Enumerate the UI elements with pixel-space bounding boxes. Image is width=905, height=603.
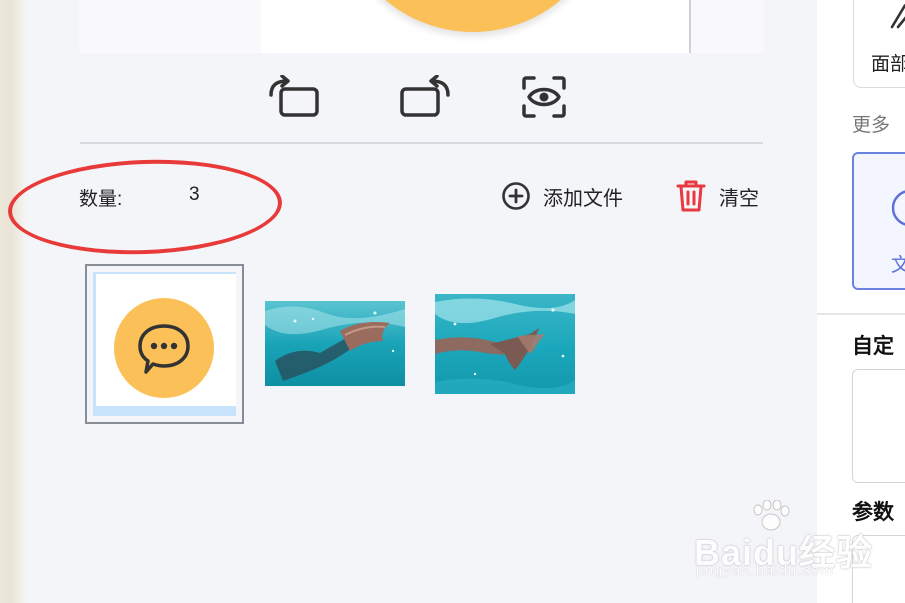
thumbnail-2[interactable] [265, 301, 405, 386]
more-label[interactable]: 更多 [852, 110, 890, 137]
add-file-label: 添加文件 [543, 187, 623, 210]
rotate-left-button[interactable] [264, 70, 324, 124]
params-input-box[interactable] [852, 535, 905, 603]
clear-label: 清空 [719, 187, 759, 210]
thumbnail-canvas [96, 274, 236, 406]
custom-input-box[interactable] [852, 369, 905, 483]
custom-section-heading: 自定 [852, 335, 894, 358]
preview-button[interactable] [514, 70, 574, 124]
annotation-ellipse [6, 155, 284, 259]
text-option-card[interactable]: 文 [852, 152, 905, 290]
rotate-right-icon [400, 75, 450, 117]
underwater-photo-image [435, 294, 575, 394]
left-window-edge [0, 0, 26, 603]
text-option-label: 文 [891, 255, 905, 276]
chat-bubble-icon [114, 298, 214, 398]
face-option-card[interactable]: 面部 [853, 0, 905, 88]
thumbnail-3[interactable] [435, 294, 575, 394]
plus-circle-icon [501, 181, 531, 211]
preview-image [337, 0, 609, 32]
trash-icon [675, 179, 707, 213]
preview-area [79, 0, 764, 53]
rotate-left-icon [269, 75, 319, 117]
count-label: 数量: [79, 189, 123, 210]
right-panel-divider [817, 313, 905, 315]
params-section-heading: 参数 [852, 501, 894, 524]
circle-outline-icon [891, 190, 905, 226]
toolbar-divider [80, 142, 763, 144]
preview-canvas [261, 0, 691, 53]
underwater-photo-image [265, 301, 405, 386]
main-panel: 数量: 3 添加文件 清空 [6, 0, 816, 603]
clear-button[interactable]: 清空 [675, 180, 759, 212]
right-settings-panel: 面部 更多 文 自定 参数 [817, 0, 905, 603]
thumbnail-1[interactable] [85, 264, 244, 424]
count-value: 3 [189, 184, 200, 205]
brush-icon [890, 3, 905, 29]
add-file-button[interactable]: 添加文件 [501, 180, 623, 212]
rotate-right-button[interactable] [395, 70, 455, 124]
eye-scan-icon [522, 76, 566, 118]
face-option-label: 面部 [871, 54, 905, 75]
